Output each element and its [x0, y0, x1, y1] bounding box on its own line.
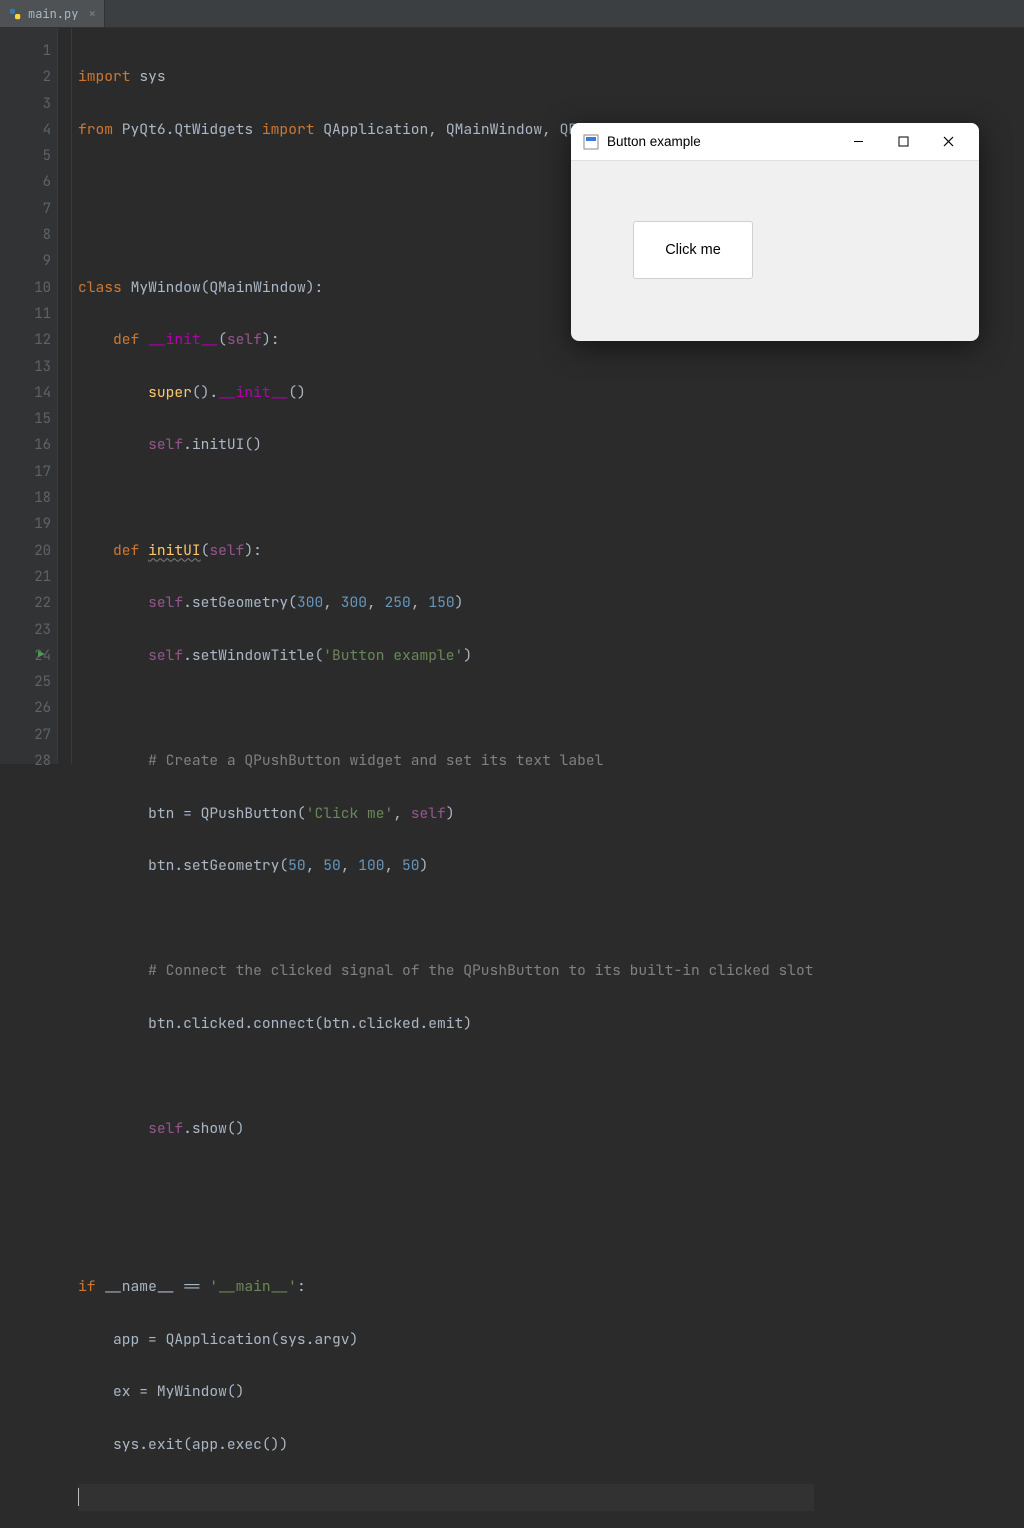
line-number: 9 — [0, 248, 51, 274]
file-tab-main[interactable]: main.py × — [0, 0, 105, 27]
window-titlebar[interactable]: Button example — [571, 123, 979, 161]
window-close-button[interactable] — [926, 127, 971, 157]
window-body: Click me — [571, 161, 979, 341]
line-number: 23 — [0, 617, 51, 643]
line-number: 26 — [0, 695, 51, 721]
python-file-icon — [8, 7, 22, 21]
fold-column — [58, 28, 72, 764]
maximize-button[interactable] — [881, 127, 926, 157]
line-number: 21 — [0, 564, 51, 590]
click-me-button[interactable]: Click me — [633, 221, 753, 279]
qt-app-icon — [583, 134, 599, 150]
line-number: 15 — [0, 406, 51, 432]
line-number: 5 — [0, 143, 51, 169]
line-number: 11 — [0, 301, 51, 327]
line-number: 12 — [0, 327, 51, 353]
line-number: 7 — [0, 196, 51, 222]
line-number: 17 — [0, 459, 51, 485]
line-number: 13 — [0, 354, 51, 380]
line-number: 8 — [0, 222, 51, 248]
line-number: 2 — [0, 64, 51, 90]
line-number: 25 — [0, 669, 51, 695]
minimize-button[interactable] — [836, 127, 881, 157]
line-number: 22 — [0, 590, 51, 616]
line-number: 14 — [0, 380, 51, 406]
run-gutter-icon[interactable]: ▶ — [38, 642, 45, 668]
qt-app-window: Button example Click me — [571, 123, 979, 341]
tab-bar: main.py × — [0, 0, 1024, 28]
line-number: 18 — [0, 485, 51, 511]
minimize-icon — [853, 136, 864, 147]
line-number: 27 — [0, 722, 51, 748]
line-number: 4 — [0, 117, 51, 143]
close-icon — [943, 136, 954, 147]
line-number: 16 — [0, 432, 51, 458]
window-title: Button example — [607, 134, 836, 149]
text-caret — [78, 1488, 79, 1506]
line-number: 1 — [0, 38, 51, 64]
line-number: 19 — [0, 511, 51, 537]
line-number: 10 — [0, 275, 51, 301]
line-number-gutter: 1 2 3 4 5 6 7 8 9 10 11 12 13 14 15 16 1… — [0, 28, 58, 764]
maximize-icon — [898, 136, 909, 147]
line-number: 20 — [0, 538, 51, 564]
line-number: 6 — [0, 169, 51, 195]
close-tab-icon[interactable]: × — [88, 5, 96, 22]
button-label: Click me — [665, 242, 721, 258]
line-number: 28 — [0, 748, 51, 774]
tab-filename: main.py — [28, 6, 78, 22]
line-number: 3 — [0, 91, 51, 117]
